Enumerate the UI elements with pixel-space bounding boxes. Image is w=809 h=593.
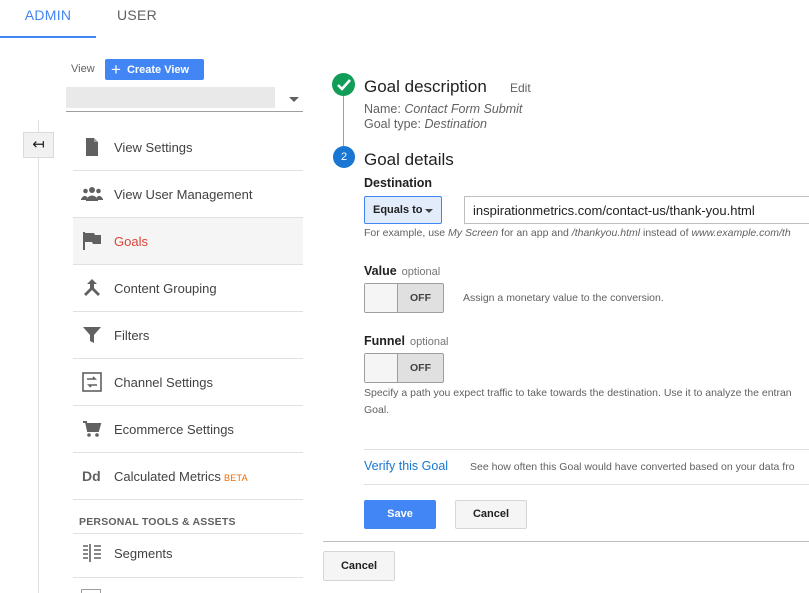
goal-type-label: Goal type: [364,117,421,131]
nav-label: Channel Settings [114,375,214,390]
nav-item-filters[interactable]: Filters [73,312,303,359]
nav-item-channel-settings[interactable]: Channel Settings [73,359,303,406]
nav-label: View User Management [114,187,253,202]
nav-label-text: Calculated Metrics [114,469,221,484]
goal-type-value: Destination [424,117,488,131]
flag-icon [83,232,101,250]
cart-icon [83,421,102,437]
document-icon [86,138,98,156]
nav-label: Goals [114,234,148,249]
example-prefix: For example, use [364,227,449,239]
admin-nav: View Settings View User Management Goals… [73,124,303,500]
example-domain: www.example.com/th [691,227,791,239]
funnel-label-text: Funnel [364,334,405,348]
segments-icon [83,544,101,562]
collapse-rail [38,120,39,593]
nav-item-goals[interactable]: Goals [73,218,303,265]
create-view-button[interactable]: + Create View [105,59,204,80]
destination-url-input[interactable] [464,196,809,224]
example-mid1: for an app and [498,227,572,239]
nav-label: View Settings [114,140,193,155]
goal-name-line: Name: Contact Form Submit [364,102,522,116]
plus-icon: + [111,60,121,79]
step-complete-indicator [332,73,355,96]
nav-label: Segments [114,546,173,561]
channel-swap-icon [82,372,102,392]
funnel-help-line2: Goal. [364,404,390,416]
edit-goal-description-link[interactable]: Edit [510,81,531,95]
beta-badge: BETA [223,473,248,483]
value-optional-label: optional [401,266,441,278]
nav-label: Calculated Metrics BETA [114,469,248,484]
footer-cancel-button[interactable]: Cancel [323,551,395,581]
funnel-help-line1: Specify a path you expect traffic to tak… [364,387,792,399]
nav-item-view-settings[interactable]: View Settings [73,124,303,171]
value-hint: Assign a monetary value to the conversio… [463,292,664,304]
cancel-button[interactable]: Cancel [455,500,527,529]
nav-item-content-grouping[interactable]: Content Grouping [73,265,303,312]
toggle-knob [365,284,398,312]
svg-text:Dd: Dd [82,468,101,484]
step-number-badge: 2 [333,146,355,168]
goal-name-value: Contact Form Submit [404,102,523,116]
funnel-toggle[interactable]: OFF [364,353,444,383]
toggle-state: OFF [410,292,431,304]
filter-funnel-icon [83,327,101,343]
partial-nav-icon [81,589,101,593]
nav-label: Filters [114,328,150,343]
back-arrow-icon: ↤ [32,136,45,153]
example-mid2: instead of [640,227,692,239]
footer-divider [323,541,809,542]
goal-name-label: Name: [364,102,401,116]
funnel-help-text: Specify a path you expect traffic to tak… [364,385,809,419]
view-selector-underline [66,111,303,112]
funnel-optional-label: optional [409,336,449,348]
dd-icon: Dd [82,468,101,484]
verify-goal-link[interactable]: Verify this Goal [364,459,448,473]
match-type-dropdown[interactable]: Equals to [364,196,442,224]
save-button[interactable]: Save [364,500,436,529]
goal-details-title: Goal details [364,150,454,169]
match-type-label: Equals to [373,204,423,216]
back-arrow-button[interactable]: ↤ [23,132,54,158]
nav-item-view-user-management[interactable]: View User Management [73,171,303,218]
merge-arrow-icon [84,279,100,296]
nav-item-ecommerce-settings[interactable]: Ecommerce Settings [73,406,303,453]
value-label: Value optional [364,264,440,278]
verify-goal-description: See how often this Goal would have conve… [470,461,795,473]
example-app: My Screen [448,227,499,239]
goal-type-line: Goal type: Destination [364,117,487,131]
checkmark-icon [337,79,351,91]
view-label: View [71,63,95,75]
people-icon [81,187,103,201]
caret-down-icon [425,209,433,213]
funnel-label: Funnel optional [364,334,449,348]
section-heading: PERSONAL TOOLS & ASSETS [79,516,236,528]
value-toggle[interactable]: OFF [364,283,444,313]
goal-description-title: Goal description [364,77,487,96]
destination-example-text: For example, use My Screen for an app an… [364,227,791,239]
view-selector[interactable] [66,87,275,108]
nav-item-segments[interactable]: Segments [73,534,303,578]
tab-admin[interactable]: ADMIN [0,0,96,38]
destination-label: Destination [364,176,433,190]
toggle-state: OFF [410,362,431,374]
example-web: /thankyou.html [571,227,641,239]
toggle-knob [365,354,398,382]
chevron-down-icon[interactable] [289,97,299,102]
value-label-text: Value [364,264,397,278]
divider [364,449,809,450]
create-view-label: Create View [126,64,190,76]
tab-user[interactable]: USER [96,0,178,38]
nav-item-calculated-metrics[interactable]: Dd Calculated Metrics BETA [73,453,303,500]
top-tab-bar: ADMIN USER [0,0,809,38]
divider [364,484,809,485]
nav-label: Ecommerce Settings [114,422,234,437]
step-connector [343,96,344,146]
nav-label: Content Grouping [114,281,217,296]
tabs: ADMIN USER [0,0,178,38]
